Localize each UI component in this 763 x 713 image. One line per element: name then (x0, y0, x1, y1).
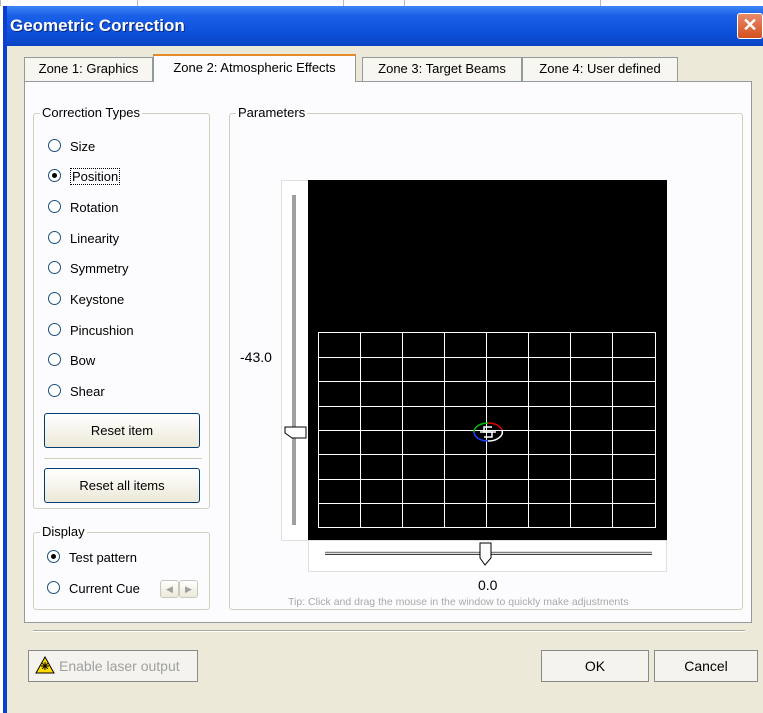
radio-button-icon (48, 323, 61, 336)
radio-linearity[interactable]: Linearity (48, 229, 119, 249)
display-label: Display (40, 524, 87, 539)
laser-warning-icon (35, 655, 55, 674)
horizontal-value: 0.0 (478, 577, 498, 593)
cancel-button[interactable]: Cancel (654, 650, 758, 682)
adjustment-canvas[interactable] (308, 180, 667, 540)
radio-button-icon (48, 231, 61, 244)
separator (44, 458, 202, 460)
vertical-value: -43.0 (240, 349, 272, 365)
tab-zone-4[interactable]: Zone 4: User defined (522, 57, 678, 81)
correction-types-label: Correction Types (40, 105, 143, 120)
test-pattern-grid (318, 332, 656, 528)
radio-button-icon (48, 353, 61, 366)
radio-button-icon (47, 581, 60, 594)
radio-selected-icon (47, 550, 60, 563)
display-group: Display Test pattern Current Cue (33, 524, 210, 610)
reset-item-button[interactable]: Reset item (44, 413, 200, 448)
title-bar[interactable]: Geometric Correction ✕ (7, 6, 763, 46)
vertical-slider-thumb[interactable] (284, 426, 308, 440)
radio-position[interactable]: Position (48, 167, 121, 187)
tab-zone-3[interactable]: Zone 3: Target Beams (362, 57, 522, 81)
radio-test-pattern[interactable]: Test pattern (47, 548, 137, 568)
radio-pincushion[interactable]: Pincushion (48, 321, 134, 341)
enable-laser-output-button[interactable]: Enable laser output (28, 650, 198, 682)
arrow-left-icon: ◀ (166, 584, 173, 594)
reset-all-items-button[interactable]: Reset all items (44, 468, 200, 503)
radio-bow[interactable]: Bow (48, 351, 95, 371)
cue-spin-control: ◀ ▶ (160, 580, 198, 598)
tab-zone-2[interactable]: Zone 2: Atmospheric Effects (153, 54, 356, 82)
radio-button-icon (48, 384, 61, 397)
close-button[interactable]: ✕ (737, 13, 763, 39)
footer-separator (33, 630, 745, 632)
tip-text: Tip: Click and drag the mouse in the win… (288, 596, 629, 608)
radio-keystone[interactable]: Keystone (48, 290, 124, 310)
radio-shear[interactable]: Shear (48, 382, 105, 402)
correction-types-group: Correction Types Size Position Rotation … (33, 105, 210, 509)
radio-button-icon (48, 292, 61, 305)
radio-current-cue[interactable]: Current Cue (47, 579, 140, 599)
radio-rotation[interactable]: Rotation (48, 198, 118, 218)
radio-button-icon (48, 200, 61, 213)
radio-size[interactable]: Size (48, 137, 95, 157)
horizontal-slider-thumb[interactable] (479, 542, 493, 566)
window-title: Geometric Correction (10, 16, 185, 35)
vertical-slider[interactable] (281, 180, 309, 541)
tab-zone-1[interactable]: Zone 1: Graphics (24, 57, 153, 81)
center-target-icon (473, 422, 504, 442)
radio-symmetry[interactable]: Symmetry (48, 259, 129, 279)
ok-button[interactable]: OK (541, 650, 649, 682)
radio-button-icon (48, 261, 61, 274)
arrow-right-icon: ▶ (185, 584, 192, 594)
cue-prev-button[interactable]: ◀ (160, 580, 179, 598)
close-icon: ✕ (742, 15, 758, 35)
radio-selected-icon (48, 169, 61, 182)
radio-button-icon (48, 139, 61, 152)
parameters-label: Parameters (236, 105, 308, 120)
vertical-slider-track (292, 195, 296, 525)
cue-next-button[interactable]: ▶ (179, 580, 198, 598)
